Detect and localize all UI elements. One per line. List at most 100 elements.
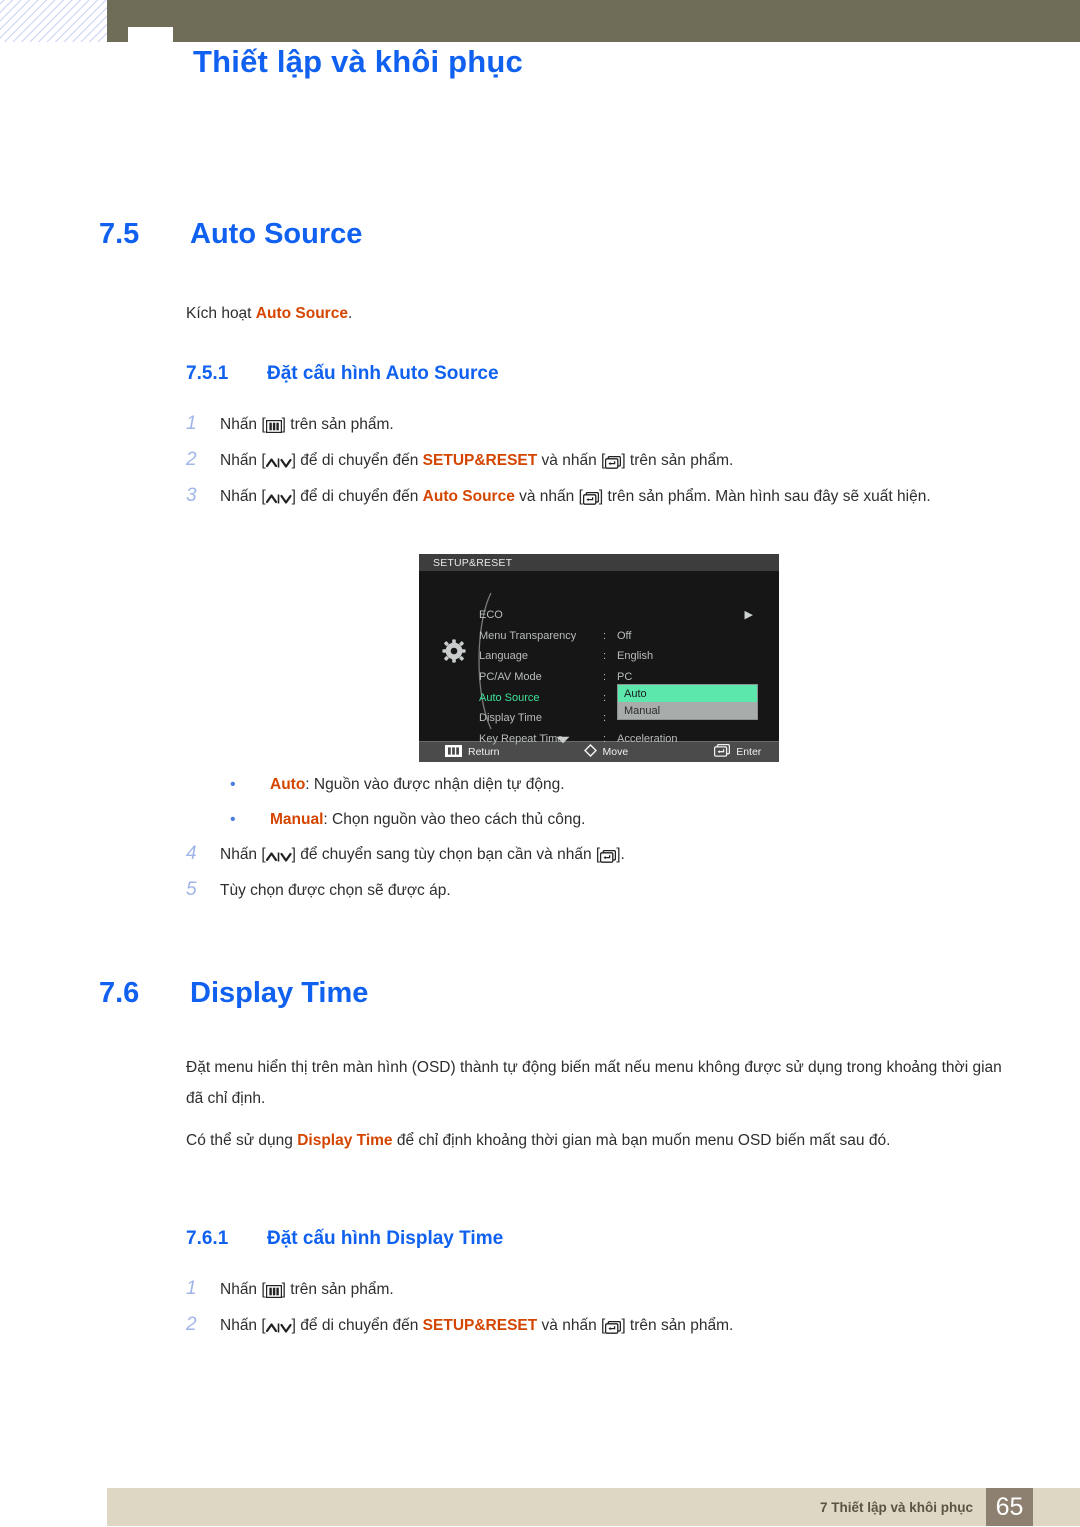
paragraph-text-after: để chỉ định khoảng thời gian mà bạn muốn… <box>392 1132 891 1149</box>
osd-menu-item-key-repeat-time[interactable]: Key Repeat Time : Acceleration <box>479 729 775 750</box>
step-text-part: ] để di chuyển đến <box>291 1317 423 1334</box>
chevron-right-icon: ▶ <box>744 608 753 621</box>
auto-source-dropdown[interactable]: Auto Manual <box>617 684 758 720</box>
subsection-heading-7-6-1: 7.6.1 Đặt cấu hình Display Time <box>186 1228 503 1250</box>
auto-source-options-list: • Auto: Nguồn vào được nhận diện tự động… <box>230 772 585 842</box>
list-item: 2 Nhấn [ ] để di chuyển đến SETUP&RESET v… <box>186 1312 1012 1340</box>
osd-item-colon: : <box>603 671 607 684</box>
step-text-part: ] trên sản phẩm. Màn hình sau đây sẽ xuấ… <box>598 488 931 505</box>
osd-item-value: Acceleration <box>617 732 678 745</box>
intro-text-after: . <box>347 305 353 322</box>
step-number: 4 <box>186 843 197 864</box>
step-text: Nhấn [ ] trên sản phẩm. <box>220 1276 1012 1304</box>
section-title: Display Time <box>190 977 369 1009</box>
osd-menu-item-language[interactable]: Language : English <box>479 646 775 667</box>
step-number: 2 <box>186 1314 197 1335</box>
osd-item-colon: : <box>603 712 607 725</box>
bullet-text: Auto: Nguồn vào được nhận diện tự động. <box>270 772 565 798</box>
osd-item-value: English <box>617 650 654 663</box>
osd-item-label: Display Time <box>479 712 542 725</box>
page-number: 65 <box>986 1488 1033 1526</box>
osd-menu-item-menu-transparency[interactable]: Menu Transparency : Off <box>479 626 775 647</box>
section-heading-7-6: 7.6 Display Time <box>99 977 368 1010</box>
menu-key-icon <box>265 1285 282 1299</box>
diagonal-stripe-decoration <box>0 0 107 42</box>
up-down-key-icon <box>265 457 292 469</box>
document-page: Thiết lập và khôi phục 7.5 Auto Source K… <box>0 0 1080 1527</box>
step-text-part: ] để di chuyển đến <box>291 488 423 505</box>
auto-source-steps-tail-list: 4 Nhấn [ ] để chuyển sang tùy chọn bạn cầ… <box>186 841 1012 913</box>
list-item: • Manual: Chọn nguồn vào theo cách thủ c… <box>230 807 585 833</box>
display-time-steps-list: 1 Nhấn [] trên sản phẩm. 2 Nhấn [] để di… <box>186 1276 1012 1348</box>
osd-item-label: ECO <box>479 609 503 622</box>
up-down-key-icon <box>265 1322 292 1334</box>
step-text-part: và nhấn [ <box>537 1317 606 1334</box>
step-text-part: ] trên sản phẩm. <box>281 1281 394 1298</box>
list-item: 1 Nhấn [] trên sản phẩm. <box>186 1276 1012 1304</box>
step-text-part: Nhấn [ <box>220 1281 266 1298</box>
subsection-number: 7.5.1 <box>186 363 229 384</box>
osd-screenshot: SETUP&RESET ECO ▶ Menu Transparency: Of… <box>419 554 779 762</box>
osd-title-bar: SETUP&RESET <box>419 554 779 571</box>
auto-source-intro: Kích hoạt Auto Source. <box>186 298 352 329</box>
step-text-part: ]. <box>616 846 625 863</box>
osd-item-colon: : <box>603 691 607 704</box>
chevron-down-icon <box>556 731 570 744</box>
header-notch-decoration <box>128 27 173 42</box>
display-time-paragraph-2: Có thể sử dụng Display Time để chỉ định … <box>186 1125 1012 1156</box>
step-text-part: ] trên sản phẩm. <box>281 416 394 433</box>
step-text-part: Nhấn [ <box>220 846 266 863</box>
step-text-part: ] để di chuyển đến <box>291 452 423 469</box>
list-item: 5 Tùy chọn được chọn sẽ được áp. <box>186 877 1012 905</box>
step-number: 1 <box>186 413 197 434</box>
osd-body: ECO ▶ Menu Transparency : Off Language :… <box>419 571 779 745</box>
osd-menu-list: ECO ▶ Menu Transparency : Off Language :… <box>479 605 775 749</box>
subsection-heading-7-5-1: 7.5.1 Đặt cấu hình Auto Source <box>186 363 499 385</box>
bullet-desc: : Nguồn vào được nhận diện tự động. <box>305 776 565 793</box>
list-item: • Auto: Nguồn vào được nhận diện tự động… <box>230 772 585 798</box>
step-text: Nhấn [ ] để chuyển sang tùy chọn bạn cần … <box>220 841 1012 869</box>
subsection-number: 7.6.1 <box>186 1228 229 1249</box>
section-number: 7.6 <box>99 977 140 1009</box>
bullet-text: Manual: Chọn nguồn vào theo cách thủ côn… <box>270 807 585 833</box>
step-emphasis: SETUP&RESET <box>422 1317 538 1334</box>
intro-text-before: Kích hoạt <box>186 305 256 322</box>
enter-key-icon <box>582 492 599 506</box>
footer-chapter-label: 7 Thiết lập và khôi phục <box>819 1499 973 1515</box>
osd-item-colon: : <box>603 732 607 745</box>
bullet-dot: • <box>230 811 236 828</box>
intro-term: Auto Source <box>255 305 348 322</box>
gear-icon <box>442 639 466 663</box>
step-text-part: Nhấn [ <box>220 416 266 433</box>
step-text-part: và nhấn [ <box>537 452 606 469</box>
enter-key-icon <box>605 1321 622 1335</box>
footer-content: 7 Thiết lập và khôi phục 65 <box>820 1488 1080 1526</box>
dropdown-option-manual[interactable]: Manual <box>618 702 757 719</box>
list-item: 2 Nhấn [] để di chuyển đến SETUP&RESET v… <box>186 447 1012 475</box>
list-item: 4 Nhấn [ ] để chuyển sang tùy chọn bạn cầ… <box>186 841 1012 869</box>
step-text-part: Nhấn [ <box>220 1317 266 1334</box>
auto-source-steps-list: 1 Nhấn [ ] trên sản phẩm. 2 Nhấn [] để di… <box>186 411 1012 519</box>
osd-item-label: PC/AV Mode <box>479 671 542 684</box>
footer-tail-spacer <box>1033 1488 1080 1526</box>
osd-item-label: Language <box>479 650 528 663</box>
header-olive-bar <box>107 0 1080 42</box>
osd-item-label: Auto Source <box>479 691 540 704</box>
section-number: 7.5 <box>99 218 140 250</box>
step-text-part: ] trên sản phẩm. <box>621 1317 734 1334</box>
paragraph-term: Display Time <box>297 1132 393 1149</box>
section-title: Auto Source <box>190 218 363 250</box>
step-text: Tùy chọn được chọn sẽ được áp. <box>220 882 451 899</box>
step-text-part: ] để chuyển sang tùy chọn bạn cần và nhấ… <box>291 846 601 863</box>
up-down-key-icon <box>265 493 292 505</box>
bullet-dot: • <box>230 776 236 793</box>
subsection-title: Đặt cấu hình Auto Source <box>267 363 499 384</box>
step-text: Nhấn [ ] để di chuyển đến SETUP&RESET và … <box>220 1312 1012 1340</box>
dropdown-option-auto[interactable]: Auto <box>618 685 757 702</box>
osd-menu-item-eco[interactable]: ECO ▶ <box>479 605 775 626</box>
osd-item-colon: : <box>603 650 607 663</box>
page-title: Thiết lập và khôi phục <box>193 44 523 79</box>
list-item: 3 Nhấn [] để di chuyển đến Auto Source v… <box>186 483 1012 511</box>
bullet-desc: : Chọn nguồn vào theo cách thủ công. <box>323 811 586 828</box>
menu-key-icon <box>265 420 282 434</box>
